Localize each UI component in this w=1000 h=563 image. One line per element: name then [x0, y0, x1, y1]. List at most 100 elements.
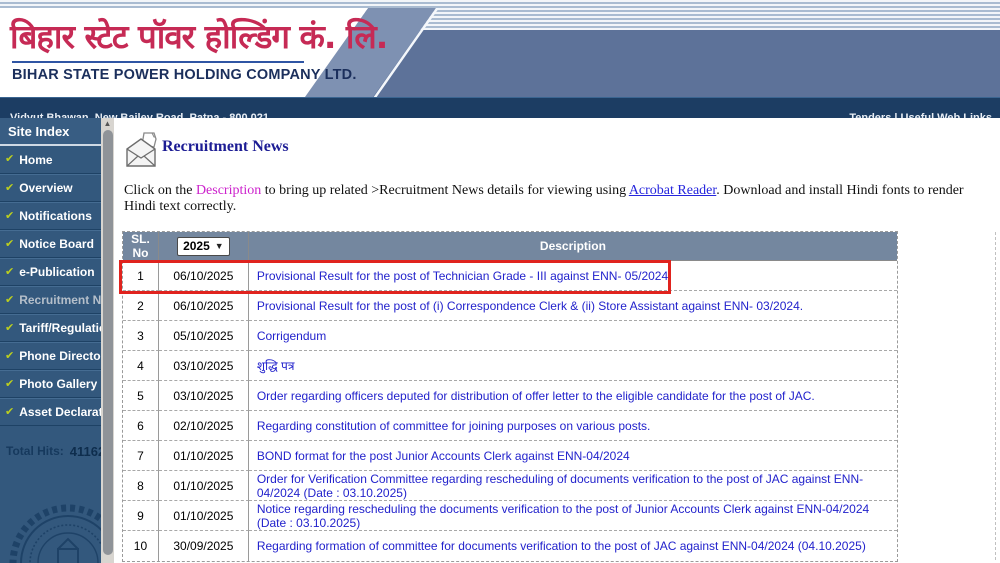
cell-sl-no: 2 — [123, 291, 159, 321]
sidebar-item-recruitment-news[interactable]: ✔ Recruitment News — [0, 286, 101, 314]
checkmark-icon: ✔ — [5, 379, 14, 390]
description-link[interactable]: Provisional Result for the post of (i) C… — [257, 299, 803, 313]
checkmark-icon: ✔ — [5, 351, 14, 362]
sidebar-item-tariff-regulation[interactable]: ✔Tariff/Regulation — [0, 314, 101, 342]
sidebar-item-label: Recruitment News — [19, 293, 101, 307]
description-link[interactable]: Provisional Result for the post of Techn… — [257, 269, 672, 283]
sidebar-item-label: Photo Gallery — [19, 377, 97, 391]
table-row: 503/10/2025 Order regarding officers depu… — [123, 381, 897, 411]
cell-date: 01/10/2025 — [159, 441, 249, 471]
checkmark-icon: ✔ — [5, 267, 14, 278]
description-link[interactable]: Regarding formation of committee for doc… — [257, 539, 866, 553]
cell-sl-no: 5 — [123, 381, 159, 411]
cell-description: Notice regarding rescheduling the docume… — [249, 501, 897, 531]
sidebar-item-label: Home — [19, 153, 52, 167]
instruction-text: Click on the Description to bring up rel… — [124, 183, 990, 215]
instruction-part: Click on the — [124, 183, 196, 198]
checkmark-icon: ✔ — [5, 407, 14, 418]
sidebar: Site Index ✔Home✔Overview✔Notifications✔… — [0, 118, 101, 563]
description-link[interactable]: Order regarding officers deputed for dis… — [257, 389, 815, 403]
table-row: 106/10/2025Provisional Result for the po… — [123, 261, 897, 291]
sidebar-scrollbar[interactable]: ▲ — [101, 118, 114, 563]
year-filter-select[interactable]: 2025 ▼ — [177, 237, 230, 256]
address-bar: Vidyut Bhawan, New Bailey Road, Patna - … — [0, 97, 1000, 118]
address-bar-right-text: Tenders | Useful Web Links — [849, 112, 992, 118]
sidebar-item-label: Notifications — [19, 209, 92, 223]
total-hits-value: 41162512 — [70, 444, 101, 459]
chevron-down-icon: ▼ — [215, 241, 224, 251]
cell-date: 06/10/2025 — [159, 291, 249, 321]
sidebar-item-notifications[interactable]: ✔ Notifications — [0, 202, 101, 230]
checkmark-icon: ✔ — [5, 183, 14, 194]
description-link[interactable]: Notice regarding rescheduling the docume… — [257, 502, 869, 530]
checkmark-icon: ✔ — [5, 211, 14, 222]
sidebar-item-overview[interactable]: ✔ Overview — [0, 174, 101, 202]
description-link[interactable]: BOND format for the post Junior Accounts… — [257, 449, 630, 463]
cell-sl-no: 4 — [123, 351, 159, 381]
total-hits-label: Total Hits: — [6, 444, 64, 459]
acrobat-reader-link[interactable]: Acrobat Reader — [629, 183, 716, 198]
year-filter-value: 2025 — [183, 239, 210, 253]
cell-description: BOND format for the post Junior Accounts… — [249, 441, 897, 471]
column-header-sl-no: SL. No — [123, 232, 159, 261]
cell-date: 01/10/2025 — [159, 501, 249, 531]
description-link[interactable]: Regarding constitution of committee for … — [257, 419, 651, 433]
cell-date: 03/10/2025 — [159, 351, 249, 381]
recruitment-news-table: SL. No 2025 ▼ Description 106/10/2025Pro… — [122, 231, 898, 562]
cell-sl-no: 10 — [123, 531, 159, 561]
table-header-row: SL. No 2025 ▼ Description — [123, 232, 897, 261]
title-underline — [12, 61, 304, 63]
sidebar-item-phone-directory[interactable]: ✔Phone Directory — [0, 342, 101, 370]
description-link[interactable]: Order for Verification Committee regardi… — [257, 472, 863, 500]
sidebar-item-e-publication[interactable]: ✔ e-Publication — [0, 258, 101, 286]
table-row: 801/10/2025 Order for Verification Commit… — [123, 471, 897, 501]
sidebar-item-label: Overview — [19, 181, 72, 195]
table-row: 1030/09/2025 Regarding formation of commi… — [123, 531, 897, 561]
scrollbar-thumb[interactable] — [103, 130, 113, 555]
scroll-up-icon[interactable]: ▲ — [101, 118, 114, 130]
sidebar-item-label: Asset Declaration — [19, 405, 101, 419]
cell-sl-no: 1 — [123, 261, 159, 291]
page-title: Recruitment News — [162, 138, 289, 156]
sidebar-item-label: e-Publication — [19, 265, 94, 279]
envelope-icon — [124, 131, 158, 169]
cell-description: Order regarding officers deputed for dis… — [249, 381, 897, 411]
table-row: 602/10/2025 Regarding constitution of com… — [123, 411, 897, 441]
sidebar-item-label: Notice Board — [19, 237, 94, 251]
sidebar-item-asset-declaration[interactable]: ✔ Asset Declaration — [0, 398, 101, 426]
cell-date: 03/10/2025 — [159, 381, 249, 411]
content-right-edge-line — [995, 232, 996, 560]
sidebar-item-notice-board[interactable]: ✔ Notice Board — [0, 230, 101, 258]
instruction-description-word: Description — [196, 183, 261, 198]
checkmark-icon: ✔ — [5, 295, 14, 306]
cell-sl-no: 9 — [123, 501, 159, 531]
cell-date: 01/10/2025 — [159, 471, 249, 501]
company-title-english: BIHAR STATE POWER HOLDING COMPANY LTD. — [12, 67, 357, 83]
sidebar-item-label: Tariff/Regulation — [19, 321, 101, 335]
cell-description: शुद्धि पत्र — [249, 351, 897, 381]
seal-watermark-icon — [6, 501, 101, 563]
cell-description: Provisional Result for the post of Techn… — [249, 261, 897, 291]
cell-description: Order for Verification Committee regardi… — [249, 471, 897, 501]
cell-date: 05/10/2025 — [159, 321, 249, 351]
cell-date: 30/09/2025 — [159, 531, 249, 561]
cell-description: Regarding formation of committee for doc… — [249, 531, 897, 561]
description-link[interactable]: Corrigendum — [257, 329, 326, 343]
table-row: 901/10/2025 Notice regarding rescheduling… — [123, 501, 897, 531]
page: बिहार स्टेट पॉवर होल्डिंग कं. लि. BIHAR … — [0, 0, 1000, 563]
year-filter-cell: 2025 ▼ — [159, 232, 249, 261]
cell-sl-no: 3 — [123, 321, 159, 351]
checkmark-icon: ✔ — [5, 239, 14, 250]
cell-sl-no: 8 — [123, 471, 159, 501]
table-row: 305/10/2025 Corrigendum — [123, 321, 897, 351]
sidebar-item-photo-gallery[interactable]: ✔ Photo Gallery — [0, 370, 101, 398]
sidebar-item-home[interactable]: ✔Home — [0, 146, 101, 174]
description-link[interactable]: शुद्धि पत्र — [257, 359, 295, 373]
cell-date: 02/10/2025 — [159, 411, 249, 441]
site-header: बिहार स्टेट पॉवर होल्डिंग कं. लि. BIHAR … — [0, 0, 1000, 97]
cell-sl-no: 6 — [123, 411, 159, 441]
cell-description: Regarding constitution of committee for … — [249, 411, 897, 441]
sidebar-title: Site Index — [0, 118, 101, 146]
sidebar-menu: ✔Home✔Overview✔Notifications✔Notice Boar… — [0, 146, 101, 426]
cell-sl-no: 7 — [123, 441, 159, 471]
